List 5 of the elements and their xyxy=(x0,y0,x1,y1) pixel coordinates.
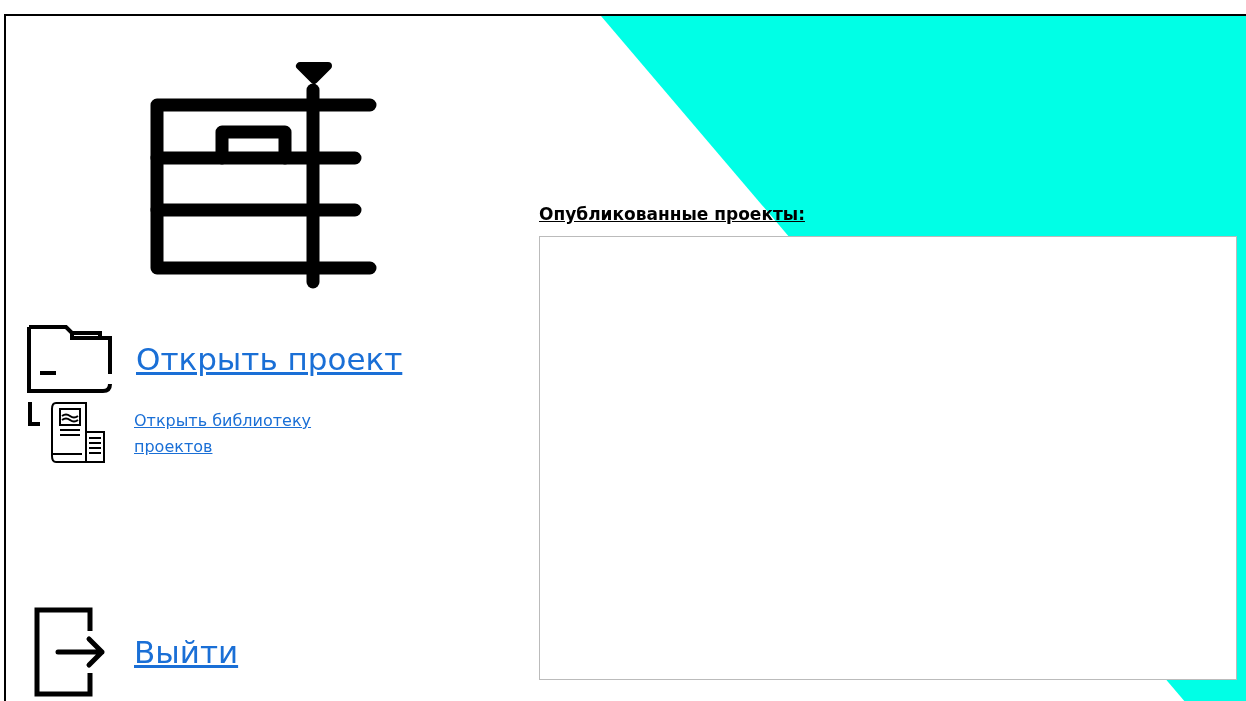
link[interactable]: Открыть проект xyxy=(136,341,403,377)
folder-icon xyxy=(26,324,114,394)
projects-list[interactable] xyxy=(539,236,1237,680)
exit-link[interactable]: Выйти xyxy=(134,634,239,670)
link[interactable]: Открыть библиотеку проектов xyxy=(134,408,334,460)
